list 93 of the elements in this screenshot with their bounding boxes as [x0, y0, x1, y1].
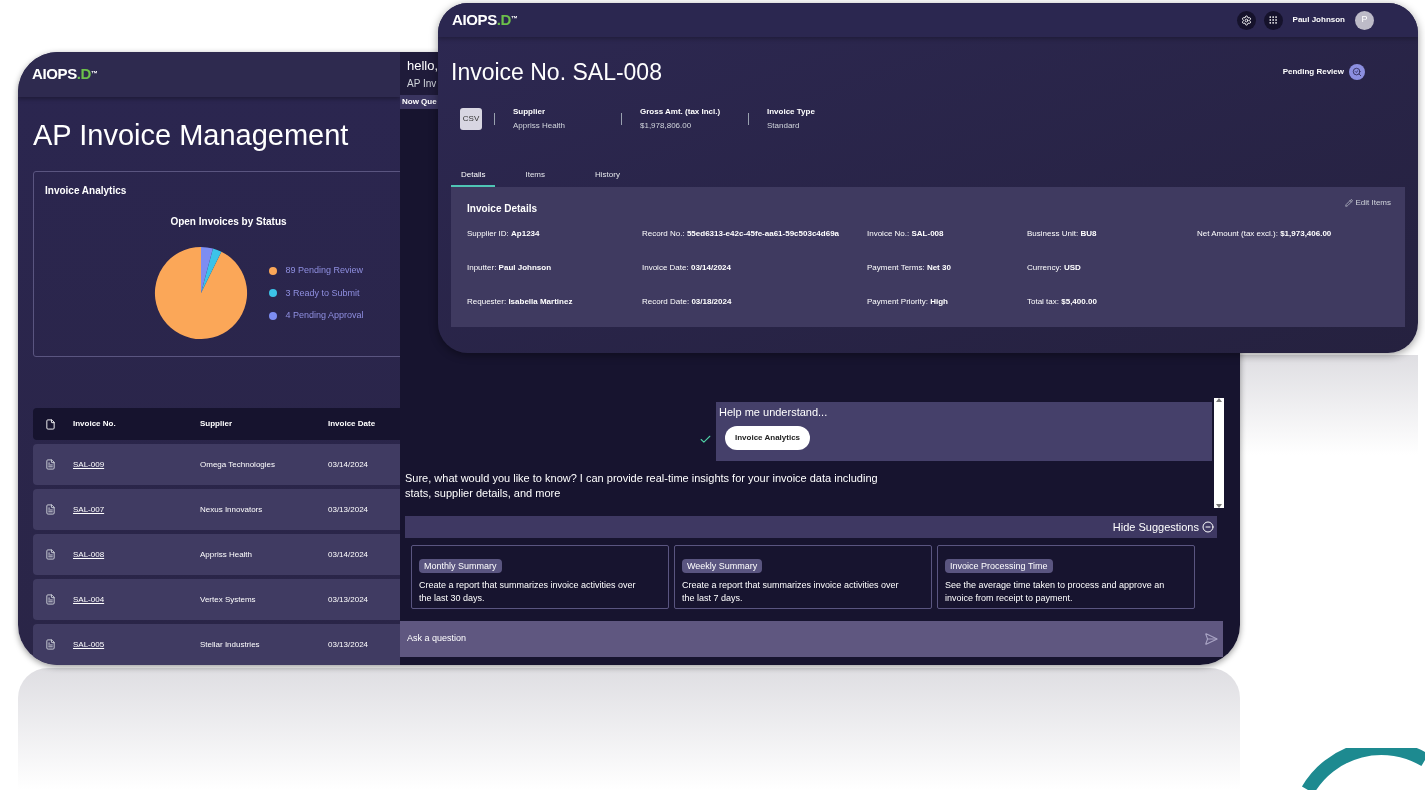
csv-file-icon: [45, 639, 56, 650]
scroll-down-icon[interactable]: [1216, 504, 1222, 508]
suggestion-tag: Monthly Summary: [419, 559, 502, 573]
detail-field: Payment Priority: High: [867, 295, 1027, 308]
section-bar: Now Que: [400, 94, 439, 109]
summary-value: Appriss Health: [513, 119, 567, 132]
tab[interactable]: History: [575, 168, 640, 187]
table-cell: 03/13/2024: [328, 638, 369, 651]
card-title: Invoice Details: [467, 201, 538, 216]
card-title: Invoice Analytics: [45, 184, 128, 199]
hide-suggestions-button[interactable]: Hide Suggestions: [1112, 518, 1214, 536]
page-title: AP Invoice Management: [32, 117, 350, 153]
detail-field: Currency: USD: [1027, 261, 1197, 274]
settings-icon: [1240, 14, 1252, 26]
detail-field: Invoice Date: 03/14/2024: [642, 261, 867, 274]
summary-value: $1,978,806.00: [640, 119, 693, 132]
summary-value: Standard: [767, 119, 801, 132]
summary-label: Supplier: [513, 105, 546, 118]
detail-field: Net Amount (tax excl.): $1,973,406.00: [1197, 227, 1389, 240]
table-cell: 03/14/2024: [328, 458, 369, 471]
send-icon[interactable]: [1204, 632, 1218, 646]
suggestion-tag: Weekly Summary: [682, 559, 763, 573]
suggestion-card[interactable]: Invoice Processing Time See the average time taken to process and approve an invoice from receipt to payment.: [937, 545, 1195, 609]
scrollbar[interactable]: [1214, 398, 1224, 508]
suggestion-text: Create a report that summarizes invoice activities over the last 30 days.: [419, 579, 637, 605]
csv-file-icon: [45, 459, 56, 470]
legend-label: 3 Ready to Submit: [285, 286, 360, 300]
prompt-text: Help me understand...: [719, 405, 829, 420]
status-label: Pending Review: [1282, 66, 1344, 79]
summary-label: Gross Amt. (tax Incl.): [640, 105, 722, 118]
detail-field: Business Unit: BU8: [1027, 227, 1197, 240]
invoice-link[interactable]: SAL-004: [73, 593, 200, 606]
table-cell-text: Nexus Innovators: [200, 503, 264, 516]
file-icon: [45, 418, 56, 430]
legend-label: 89 Pending Review: [285, 264, 364, 278]
column-header: Invoice No.: [73, 418, 117, 430]
settings-button[interactable]: [1236, 10, 1256, 30]
csv-file-icon: [45, 504, 56, 515]
question-input[interactable]: Ask a question: [400, 632, 1204, 646]
column-header: Supplier: [200, 418, 233, 430]
table-row[interactable]: SAL-007 Nexus Innovators 03/13/2024: [33, 489, 400, 530]
table-cell: 03/13/2024: [328, 593, 369, 606]
invoice-link[interactable]: SAL-005: [73, 638, 200, 651]
suggestion-card[interactable]: Weekly Summary Create a report that summarizes invoice activities over the last 7 days.: [674, 545, 932, 609]
status-icon: [1349, 64, 1365, 81]
question-field[interactable]: Ask a question: [400, 621, 1223, 657]
csv-file-badge: CSV: [460, 107, 482, 130]
table-row[interactable]: SAL-008 Appriss Health 03/14/2024: [33, 534, 400, 575]
invoice-link[interactable]: SAL-008: [73, 548, 200, 561]
assistant-message: Sure, what would you like to know? I can provide real-time insights for your invoice data including stats, supplier details, and more: [404, 471, 879, 501]
detail-field: Invoice No.: SAL-008: [867, 227, 1027, 240]
detail-field: Total tax: $5,400.00: [1027, 295, 1197, 308]
minus-circle-icon: [1202, 521, 1214, 533]
suggestion-text: See the average time taken to process and approve an invoice from receipt to payment.: [945, 579, 1166, 605]
invoice-link[interactable]: SAL-009: [73, 458, 200, 471]
detail-field: Requester: Isabella Martinez: [467, 295, 642, 308]
invoice-link[interactable]: SAL-007: [73, 503, 200, 516]
csv-file-icon: [45, 594, 56, 605]
legend-label: 4 Pending Approval: [285, 309, 364, 323]
apps-grid-icon: [1268, 15, 1279, 25]
suggestion-text: Create a report that summarizes invoice activities over the last 7 days.: [682, 579, 900, 605]
table-cell: 03/13/2024: [328, 503, 369, 516]
detail-field: Record No.: 55ed6313-e42c-45fe-aa61-59c503c4d69a: [642, 227, 867, 240]
scroll-up-icon[interactable]: [1216, 398, 1222, 402]
invoice-analytics-button[interactable]: Invoice Analytics: [725, 425, 811, 450]
detail-field: Record Date: 03/18/2024: [642, 295, 867, 308]
brand-logo: AIOPS.D$^{™}$: [452, 9, 518, 30]
summary-label: Invoice Type: [767, 105, 816, 118]
suggestion-tag: Invoice Processing Time: [945, 559, 1053, 573]
table-row[interactable]: SAL-004 Vertex Systems 03/13/2024: [33, 579, 400, 620]
table-row[interactable]: SAL-009 Omega Technologies 03/14/2024: [33, 444, 400, 485]
csv-file-icon: [45, 549, 56, 560]
detail-field: Inputter: Paul Johnson: [467, 261, 642, 274]
table-cell-text: Appriss Health: [200, 548, 254, 561]
edit-items-button[interactable]: Edit Items: [1345, 196, 1391, 209]
tab[interactable]: Items: [505, 168, 565, 187]
detail-field: Payment Terms: Net 30: [867, 261, 1027, 274]
apps-button[interactable]: [1263, 10, 1283, 30]
pencil-icon: [1345, 198, 1354, 207]
brand-logo: AIOPS.D$^{™}$: [32, 64, 98, 85]
invoice-title: Invoice No. SAL-008: [451, 58, 662, 87]
user-name: Paul Johnson: [1292, 14, 1345, 26]
table-cell: 03/14/2024: [328, 548, 369, 561]
suggestion-card[interactable]: Monthly Summary Create a report that summarizes invoice activities over the last 30 days.: [411, 545, 669, 609]
subtitle-text: AP Inv: [407, 76, 437, 91]
chart-title: Open Invoices by Status: [170, 215, 287, 230]
table-row[interactable]: SAL-005 Stellar Industries 03/13/2024: [33, 624, 400, 665]
greeting-text: hello,: [407, 57, 439, 75]
table-cell-text: Vertex Systems: [200, 593, 257, 606]
column-header: Invoice Date: [328, 418, 376, 430]
detail-field: Supplier ID: Ap1234: [467, 227, 642, 240]
table-cell-text: Stellar Industries: [200, 638, 261, 651]
table-cell-text: Omega Technologies: [200, 458, 276, 471]
